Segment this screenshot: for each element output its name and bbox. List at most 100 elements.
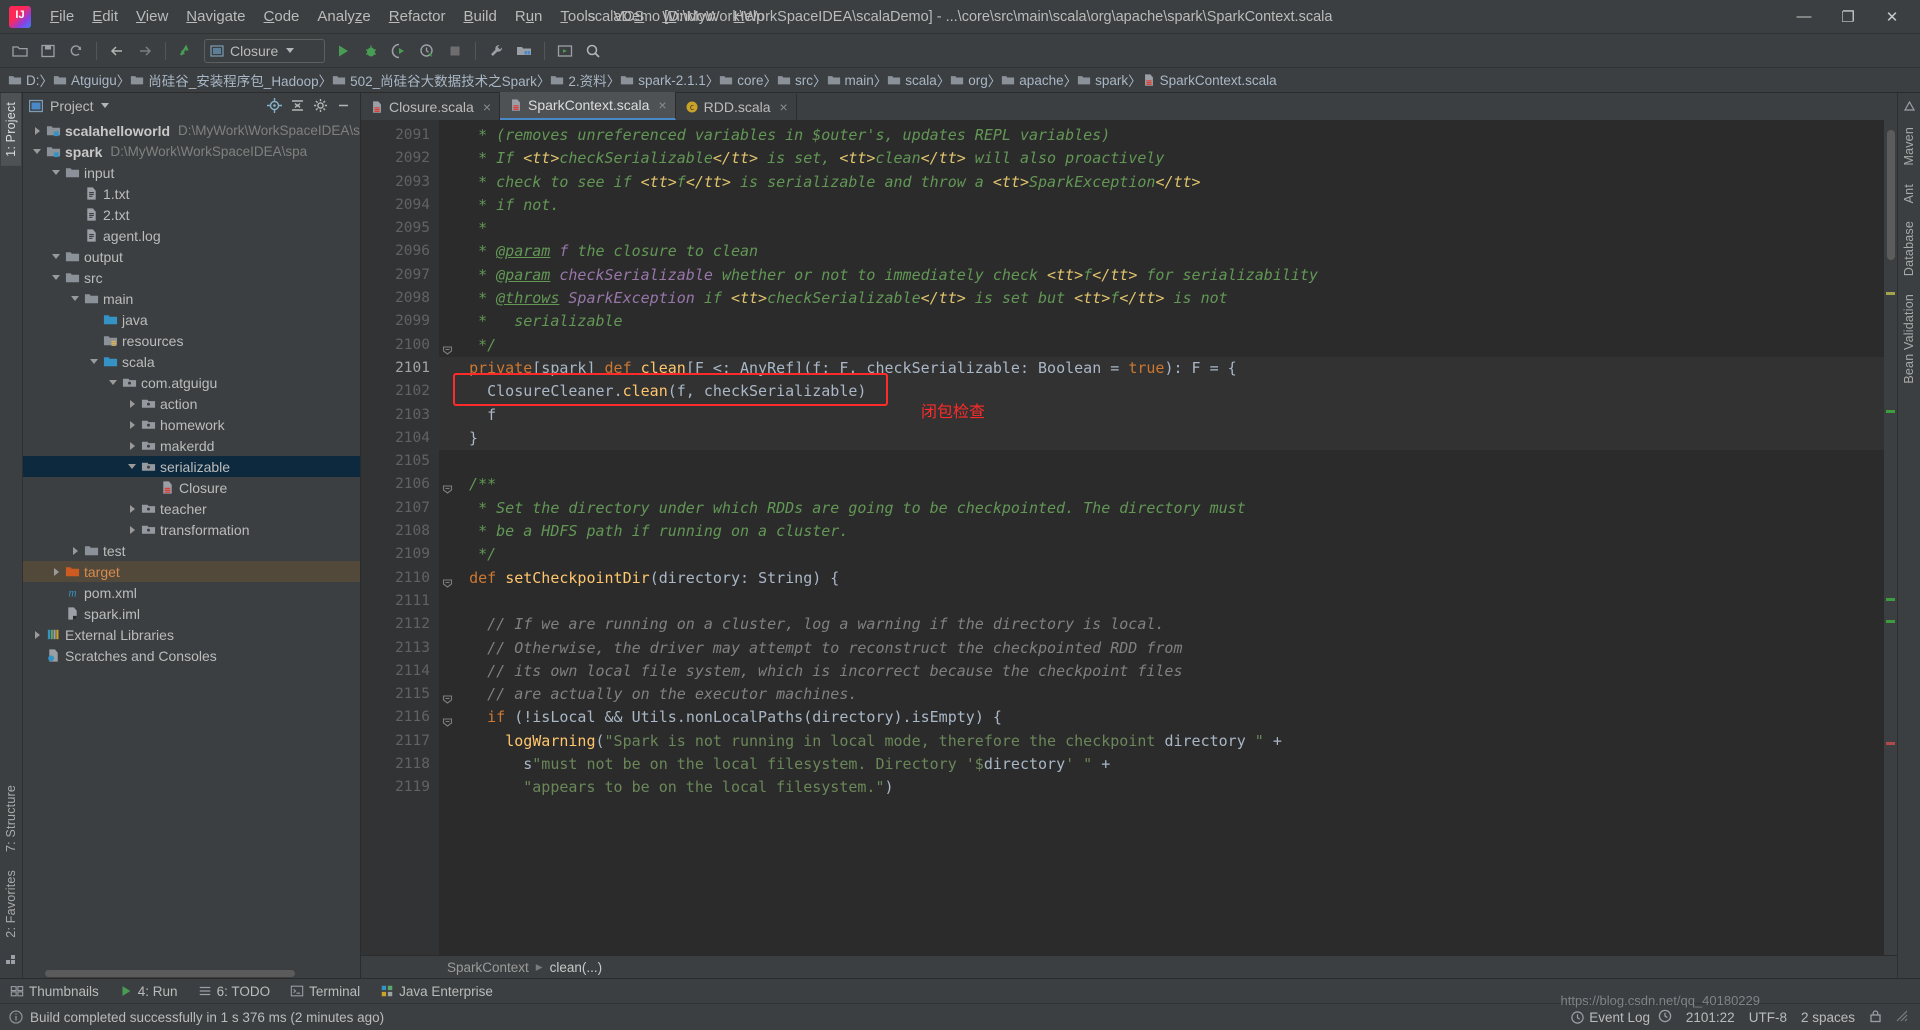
tool-button-thumbnails[interactable]: Thumbnails (0, 979, 109, 1003)
gutter-line-number[interactable]: 2097 (361, 264, 439, 287)
chevron-down-icon[interactable] (100, 103, 109, 108)
tree-node-java[interactable]: java (23, 309, 360, 330)
gutter-line-number[interactable]: 2112 (361, 613, 439, 636)
editor-code[interactable]: * (removes unreferenced variables in $ou… (439, 120, 1897, 955)
gutter-line-number[interactable]: 2117 (361, 730, 439, 753)
encoding-indicator[interactable]: UTF-8 (1749, 1010, 1787, 1025)
event-log-button[interactable]: Event Log (1571, 1010, 1650, 1025)
breadcrumb-item[interactable]: core (719, 73, 764, 88)
code-line[interactable]: */ (439, 334, 1897, 357)
code-line[interactable]: if (!isLocal && Utils.nonLocalPaths(dire… (439, 706, 1897, 729)
tool-button-terminal[interactable]: Terminal (280, 979, 370, 1003)
save-all-icon[interactable] (35, 39, 61, 63)
settings-wrench-icon[interactable] (483, 39, 509, 63)
gutter-line-number[interactable]: 2095 (361, 217, 439, 240)
code-line[interactable]: f (439, 403, 1897, 427)
code-line[interactable]: /** (439, 473, 1897, 496)
tree-node-com-atguigu[interactable]: com.atguigu (23, 372, 360, 393)
code-line[interactable]: // are actually on the executor machines… (439, 683, 1897, 706)
hide-icon[interactable] (333, 96, 354, 116)
editor-gutter[interactable]: 2091 2092 2093 2094 2095 2096 2097 2098 2099 2100… (361, 120, 453, 955)
gutter-line-number[interactable]: 2109 (361, 543, 439, 566)
tree-node-homework[interactable]: homework (23, 414, 360, 435)
gutter-line-number[interactable]: 2093 (361, 171, 439, 194)
collapse-all-icon[interactable] (287, 96, 308, 116)
breadcrumb-class[interactable]: SparkContext (447, 960, 529, 975)
code-line[interactable]: ClosureCleaner.clean(f, checkSerializabl… (439, 380, 1897, 404)
code-line[interactable]: * Set the directory under which RDDs are… (439, 497, 1897, 520)
editor-tab-sparkcontext-scala[interactable]: SparkContext.scala × (500, 92, 676, 120)
locate-icon[interactable] (264, 96, 285, 116)
tree-node-main[interactable]: main (23, 288, 360, 309)
profile-icon[interactable] (414, 39, 440, 63)
gutter-line-number[interactable]: 2116 (361, 706, 453, 729)
tree-node-target[interactable]: target (23, 561, 360, 582)
close-icon[interactable]: × (780, 99, 788, 115)
menu-code[interactable]: Code (255, 4, 309, 29)
breadcrumb-item[interactable]: spark (1077, 73, 1128, 88)
code-line[interactable]: "appears to be on the local filesystem."… (439, 776, 1897, 799)
code-line[interactable]: * check to see if <tt>f</tt> is serializ… (439, 171, 1897, 194)
code-line[interactable]: * @param f the closure to clean (439, 240, 1897, 263)
editor-tab-rdd-scala[interactable]: C RDD.scala × (675, 94, 797, 120)
code-line[interactable]: logWarning("Spark is not running in loca… (439, 730, 1897, 753)
menu-view[interactable]: View (127, 4, 177, 29)
indent-indicator[interactable]: 2 spaces (1801, 1010, 1855, 1025)
tree-node-closure[interactable]: Closure (23, 477, 360, 498)
gutter-line-number[interactable]: 2092 (361, 147, 439, 170)
breadcrumb-item[interactable]: spark-2.1.1 (620, 73, 706, 88)
gutter-line-number[interactable]: 2118 (361, 753, 439, 776)
menu-tools[interactable]: Tools (551, 4, 604, 29)
tree-node-resources[interactable]: resources (23, 330, 360, 351)
gutter-line-number[interactable]: 2108 (361, 520, 439, 543)
project-structure-icon[interactable] (511, 39, 537, 63)
gutter-line-number[interactable]: 2091 (361, 124, 439, 147)
strip-tab-structure[interactable]: 7: Structure (1, 776, 21, 861)
gutter-line-number[interactable]: 2110 (361, 567, 453, 590)
menu-analyze[interactable]: Analyze (308, 4, 379, 29)
gutter-line-number[interactable]: 2111 (361, 590, 439, 613)
menu-refactor[interactable]: Refactor (380, 4, 455, 29)
menu-navigate[interactable]: Navigate (177, 4, 254, 29)
run-coverage-icon[interactable] (386, 39, 412, 63)
stop-icon[interactable] (442, 39, 468, 63)
settings-gear-icon[interactable] (310, 96, 331, 116)
code-line[interactable] (439, 450, 1897, 473)
editor-tab-closure-scala[interactable]: Closure.scala × (361, 94, 501, 120)
menu-build[interactable]: Build (454, 4, 505, 29)
close-button[interactable]: ✕ (1870, 1, 1914, 33)
code-line[interactable]: private[spark] def clean[F <: AnyRef](f:… (439, 356, 1897, 381)
tree-node-pom-xml[interactable]: m pom.xml (23, 582, 360, 603)
code-line[interactable]: // If we are running on a cluster, log a… (439, 613, 1897, 636)
strip-tab-database[interactable]: Database (1899, 212, 1919, 285)
breadcrumb-item[interactable]: src (777, 73, 813, 88)
strip-tab-favorites[interactable]: 2: Favorites (1, 861, 21, 947)
tree-node-spark[interactable]: spark D:\MyWork\WorkSpaceIDEA\spa (23, 141, 360, 162)
chevron-right-icon[interactable] (126, 523, 139, 536)
chevron-right-icon[interactable] (126, 397, 139, 410)
breadcrumb-item[interactable]: main (827, 73, 874, 88)
forward-arrow-icon[interactable] (132, 39, 158, 63)
tree-node-action[interactable]: action (23, 393, 360, 414)
run-configuration-selector[interactable]: Closure (204, 38, 325, 63)
tree-node-src[interactable]: src (23, 267, 360, 288)
code-line[interactable]: def setCheckpointDir(directory: String) … (439, 567, 1897, 590)
chevron-right-icon[interactable] (126, 439, 139, 452)
tool-button-4-run[interactable]: 4: Run (109, 979, 188, 1003)
chevron-down-icon[interactable] (69, 292, 82, 305)
strip-tab-ant[interactable]: Ant (1899, 175, 1919, 212)
gutter-line-number[interactable]: 2107 (361, 497, 439, 520)
code-line[interactable]: * If <tt>checkSerializable</tt> is set, … (439, 147, 1897, 170)
code-line[interactable]: * serializable (439, 310, 1897, 333)
chevron-right-icon[interactable] (31, 124, 44, 137)
breadcrumb-item[interactable]: 2.资料 (550, 70, 607, 90)
gutter-line-number[interactable]: 2113 (361, 637, 439, 660)
breadcrumb-method[interactable]: clean(...) (550, 960, 603, 975)
debug-icon[interactable] (358, 39, 384, 63)
code-line[interactable]: } (439, 426, 1897, 451)
build-variants-icon[interactable] (5, 947, 17, 978)
gutter-line-number[interactable]: 2102 (361, 380, 439, 403)
gutter-line-number[interactable]: 2114 (361, 660, 439, 683)
code-line[interactable]: s"must not be on the local filesystem. D… (439, 753, 1897, 776)
back-arrow-icon[interactable] (104, 39, 130, 63)
